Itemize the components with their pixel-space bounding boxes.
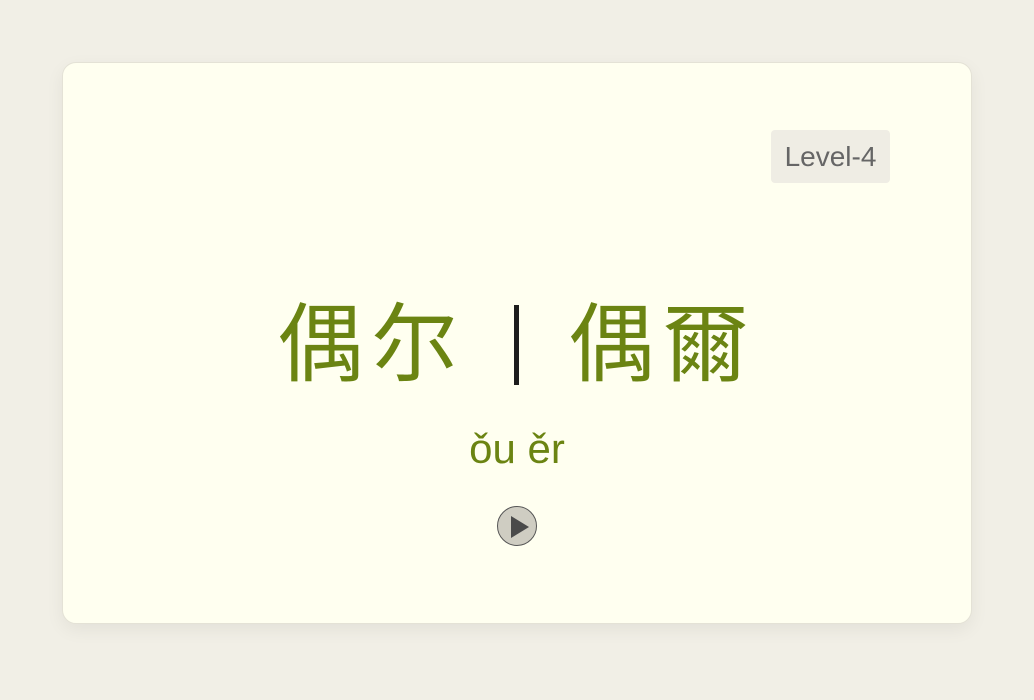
- flashcard: Level-4 偶尔 偶爾 ǒu ěr: [62, 62, 972, 624]
- level-badge: Level-4: [771, 130, 890, 183]
- separator-divider: [513, 305, 519, 385]
- play-icon: [511, 516, 529, 538]
- simplified-characters: 偶尔: [277, 295, 466, 395]
- play-audio-button[interactable]: [497, 506, 537, 546]
- hanzi-row: 偶尔 偶爾: [63, 295, 971, 395]
- pinyin-text: ǒu ěr: [469, 425, 565, 472]
- traditional-characters: 偶爾: [568, 295, 757, 395]
